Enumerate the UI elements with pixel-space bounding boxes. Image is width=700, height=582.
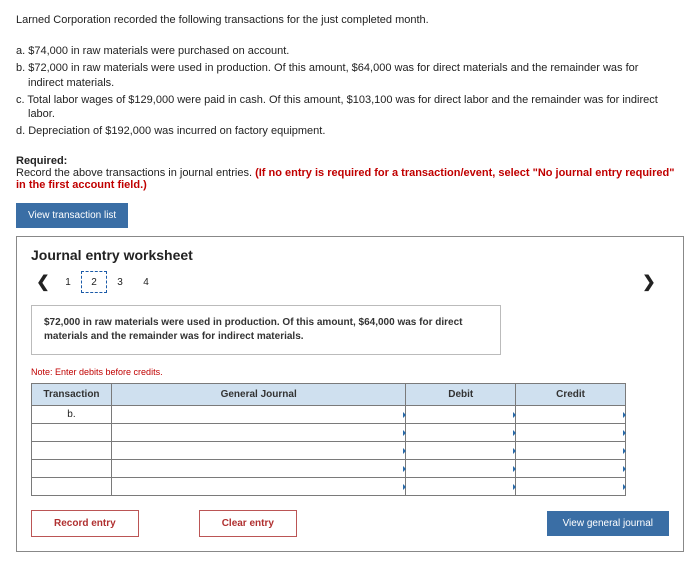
table-row [32, 442, 626, 460]
cell-credit-input[interactable] [516, 460, 626, 478]
item-b-line2: indirect materials. [16, 76, 684, 91]
journal-worksheet: Journal entry worksheet ❮ 1 2 3 4 ❯ $72,… [16, 236, 684, 552]
cell-debit-input[interactable] [406, 460, 516, 478]
pager-page-1[interactable]: 1 [55, 271, 81, 293]
cell-empty [32, 442, 112, 460]
pager-next-icon[interactable]: ❯ [637, 272, 661, 292]
cell-account-select[interactable] [111, 460, 405, 478]
cell-debit-input[interactable] [406, 442, 516, 460]
pager-page-3[interactable]: 3 [107, 271, 133, 293]
cell-account-select[interactable] [111, 424, 405, 442]
pager-page-2[interactable]: 2 [81, 271, 107, 293]
worksheet-button-row: Record entry Clear entry View general jo… [31, 510, 669, 537]
cell-account-select[interactable] [111, 478, 405, 496]
view-transaction-list-button[interactable]: View transaction list [16, 203, 128, 228]
debits-before-credits-note: Note: Enter debits before credits. [31, 367, 669, 377]
table-row [32, 478, 626, 496]
worksheet-pager: ❮ 1 2 3 4 ❯ [31, 271, 669, 293]
cell-credit-input[interactable] [516, 424, 626, 442]
item-d: d. Depreciation of $192,000 was incurred… [16, 124, 684, 139]
pager-prev-icon[interactable]: ❮ [31, 272, 55, 292]
cell-empty [32, 424, 112, 442]
worksheet-title: Journal entry worksheet [31, 247, 669, 263]
item-c: c. Total labor wages of $129,000 were pa… [16, 93, 684, 123]
table-row [32, 424, 626, 442]
header-debit: Debit [406, 384, 516, 406]
header-credit: Credit [516, 384, 626, 406]
cell-account-select[interactable] [111, 442, 405, 460]
cell-transaction-label: b. [32, 406, 112, 424]
item-a: a. $74,000 in raw materials were purchas… [16, 44, 684, 59]
table-row: b. [32, 406, 626, 424]
cell-empty [32, 478, 112, 496]
cell-credit-input[interactable] [516, 478, 626, 496]
required-block: Required: Record the above transactions … [16, 155, 684, 191]
header-general-journal: General Journal [111, 384, 405, 406]
cell-empty [32, 460, 112, 478]
item-b-line1: b. $72,000 in raw materials were used in… [16, 62, 638, 74]
required-label: Required: [16, 155, 67, 167]
intro-text: Larned Corporation recorded the followin… [16, 14, 684, 26]
cell-credit-input[interactable] [516, 442, 626, 460]
pager-page-4[interactable]: 4 [133, 271, 159, 293]
header-transaction: Transaction [32, 384, 112, 406]
cell-debit-input[interactable] [406, 406, 516, 424]
view-general-journal-button[interactable]: View general journal [547, 511, 669, 536]
table-row [32, 460, 626, 478]
cell-debit-input[interactable] [406, 478, 516, 496]
entry-description: $72,000 in raw materials were used in pr… [31, 305, 501, 355]
clear-entry-button[interactable]: Clear entry [199, 510, 297, 537]
transaction-list: a. $74,000 in raw materials were purchas… [16, 44, 684, 139]
record-entry-button[interactable]: Record entry [31, 510, 139, 537]
cell-account-select[interactable] [111, 406, 405, 424]
required-text: Record the above transactions in journal… [16, 167, 255, 179]
cell-debit-input[interactable] [406, 424, 516, 442]
item-c-line2: labor. [16, 107, 684, 122]
cell-credit-input[interactable] [516, 406, 626, 424]
journal-entry-table: Transaction General Journal Debit Credit… [31, 383, 626, 496]
item-b: b. $72,000 in raw materials were used in… [16, 61, 684, 91]
item-c-line1: c. Total labor wages of $129,000 were pa… [16, 94, 658, 106]
